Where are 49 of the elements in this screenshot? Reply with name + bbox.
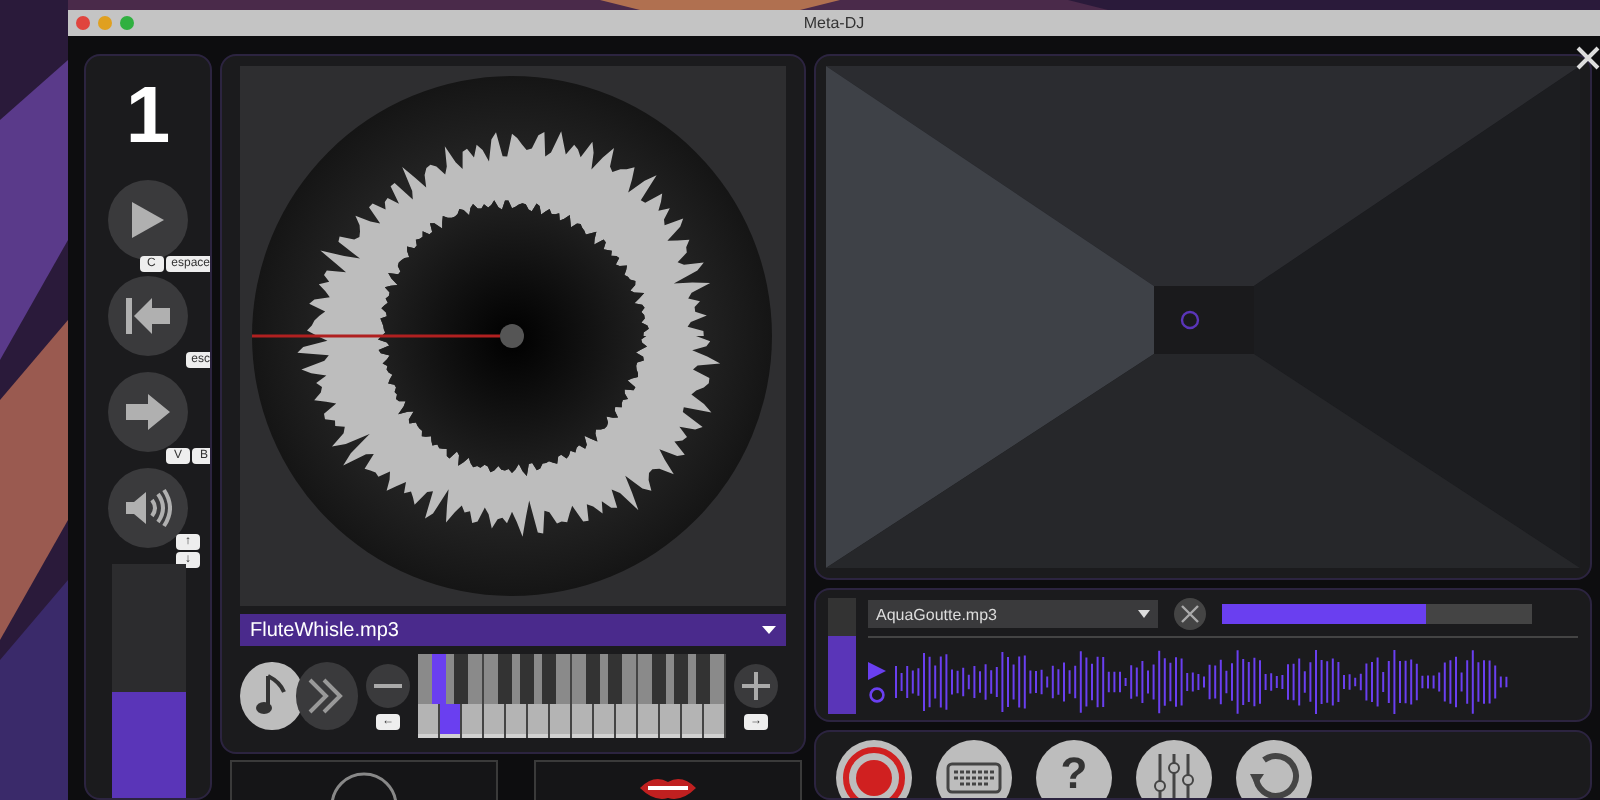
skip-back-icon [124,296,172,336]
close-button[interactable] [1572,42,1600,74]
minus-icon [374,683,402,687]
piano-key[interactable] [541,654,555,704]
piano-key[interactable] [453,654,467,704]
mixer-button[interactable] [1136,740,1212,798]
record-button[interactable] [836,740,912,798]
octave-down-button[interactable] [366,663,410,707]
piano-key[interactable] [440,704,460,738]
play-button[interactable] [108,180,188,260]
play-icon [130,200,166,240]
chevrons-right-icon [306,678,347,714]
piano-key[interactable] [695,654,709,704]
sample-dropdown[interactable]: AquaGoutte.mp3 [868,600,1158,628]
lips-icon [638,774,698,800]
rewind-button[interactable] [108,276,188,356]
deck-number: 1 [125,76,171,156]
window-title: Meta-DJ [803,14,865,32]
piano-key[interactable] [585,654,599,704]
forward-button[interactable] [108,372,188,452]
piano-key[interactable] [651,654,665,704]
track-dropdown[interactable]: FluteWhisle.mp3 [240,614,786,646]
piano-key[interactable] [519,654,533,704]
play-icon[interactable] [868,661,886,679]
skip-mode-button[interactable] [295,662,358,730]
volume-button[interactable] [108,468,188,548]
refresh-icon [1248,752,1300,798]
note-mode-button[interactable] [240,662,303,730]
reset-button[interactable] [1236,740,1312,798]
octave-up-button[interactable] [734,663,778,707]
loop-icon[interactable] [868,685,886,703]
speaker-icon [124,488,172,528]
close-icon [1180,604,1200,624]
caret-icon [762,626,776,634]
keyboard-icon [946,762,1002,794]
record-icon [842,746,906,798]
plus-icon [742,671,770,699]
close-window-button[interactable] [76,16,90,30]
sliders-icon [1150,752,1198,798]
caret-icon [1138,610,1150,618]
remove-button[interactable] [1174,598,1206,630]
close-icon [1572,42,1600,74]
piano-key[interactable] [497,654,511,704]
music-note-icon [255,674,288,718]
piano-key[interactable] [607,654,621,704]
help-button[interactable]: ? [1036,740,1112,798]
arrow-right-icon [124,392,172,432]
piano-key[interactable] [673,654,687,704]
keyboard-button[interactable] [936,740,1012,798]
